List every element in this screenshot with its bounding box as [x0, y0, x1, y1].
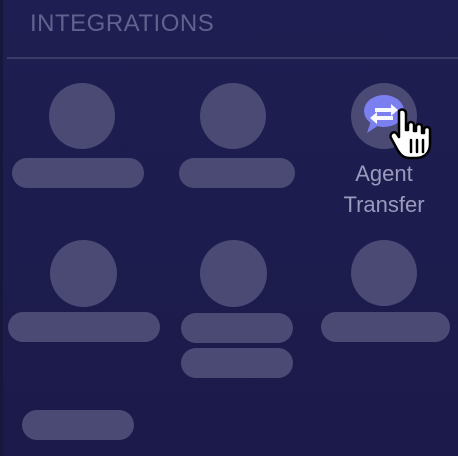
placeholder-label: [181, 348, 293, 378]
placeholder-label: [181, 313, 293, 343]
placeholder-label: [321, 312, 450, 342]
placeholder-avatar: [50, 240, 117, 307]
hand-pointer-icon: [389, 108, 432, 160]
placeholder-avatar: [200, 240, 267, 307]
agent-transfer-label: Agent Transfer: [328, 158, 440, 220]
placeholder-label: [8, 312, 160, 342]
placeholder-label: [179, 158, 295, 188]
placeholder-avatar: [351, 240, 417, 306]
agent-transfer-label-line2: Transfer: [343, 192, 425, 217]
placeholder-label: [22, 410, 134, 440]
integrations-panel: INTEGRATIONS Agent Transfer: [0, 0, 458, 456]
agent-transfer-label-line1: Agent: [355, 161, 413, 186]
placeholder-avatar: [200, 83, 266, 149]
section-title: INTEGRATIONS: [30, 10, 215, 37]
placeholder-avatar: [49, 83, 115, 149]
placeholder-label: [12, 158, 144, 188]
divider: [7, 57, 458, 59]
